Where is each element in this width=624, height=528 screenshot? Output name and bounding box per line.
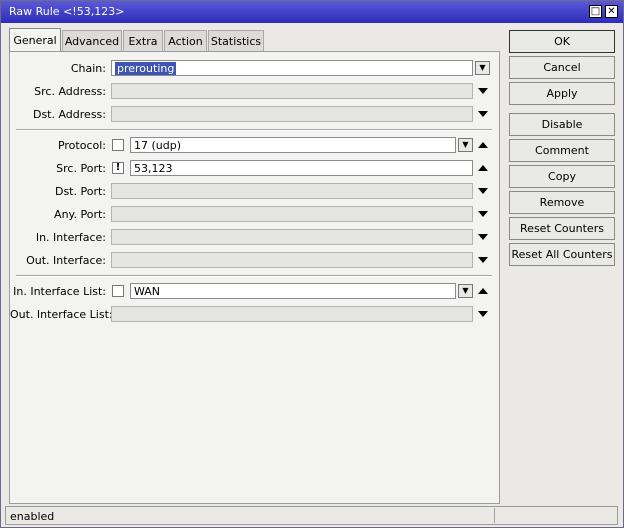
protocol-dropdown-icon[interactable]: ▼ <box>458 138 473 152</box>
any-port-expand-icon[interactable] <box>478 211 488 217</box>
cancel-button[interactable]: Cancel <box>509 56 615 79</box>
src-port-value: 53,123 <box>134 162 173 175</box>
any-port-field[interactable] <box>111 206 473 222</box>
in-interface-label: In. Interface: <box>35 231 106 244</box>
dst-address-expand-icon[interactable] <box>478 111 488 117</box>
out-interface-list-field[interactable] <box>111 306 473 322</box>
separator <box>16 275 492 277</box>
chain-field[interactable]: prerouting <box>111 60 473 76</box>
tab-extra[interactable]: Extra <box>123 30 163 51</box>
out-interface-list-label: Out. Interface List: <box>10 308 113 321</box>
raw-rule-window: Raw Rule <!53,123> □ ✕ General Advanced … <box>0 0 624 528</box>
in-interface-list-collapse-icon[interactable] <box>478 288 488 294</box>
dst-address-field[interactable] <box>111 106 473 122</box>
dst-port-label: Dst. Port: <box>54 185 106 198</box>
protocol-label: Protocol: <box>57 139 106 152</box>
dst-port-expand-icon[interactable] <box>478 188 488 194</box>
src-address-label: Src. Address: <box>34 85 106 98</box>
apply-button[interactable]: Apply <box>509 82 615 105</box>
in-interface-field[interactable] <box>111 229 473 245</box>
in-interface-expand-icon[interactable] <box>478 234 488 240</box>
general-panel: Chain: prerouting ▼ Src. Address: Dst. A… <box>9 51 500 504</box>
reset-all-counters-button[interactable]: Reset All Counters <box>509 243 615 266</box>
in-interface-list-dropdown-icon[interactable]: ▼ <box>458 284 473 298</box>
in-interface-list-label: In. Interface List: <box>13 285 106 298</box>
src-port-field[interactable]: 53,123 <box>130 160 473 176</box>
tab-general[interactable]: General <box>9 28 61 51</box>
ok-button[interactable]: OK <box>509 30 615 53</box>
separator <box>16 129 492 131</box>
src-address-field[interactable] <box>111 83 473 99</box>
chain-value: prerouting <box>115 62 177 75</box>
dst-port-field[interactable] <box>111 183 473 199</box>
close-icon[interactable]: ✕ <box>605 5 618 18</box>
out-interface-expand-icon[interactable] <box>478 257 488 263</box>
tab-action[interactable]: Action <box>164 30 207 51</box>
chain-dropdown-icon[interactable]: ▼ <box>475 61 490 75</box>
protocol-collapse-icon[interactable] <box>478 142 488 148</box>
remove-button[interactable]: Remove <box>509 191 615 214</box>
protocol-negate-checkbox[interactable] <box>112 139 124 151</box>
comment-button[interactable]: Comment <box>509 139 615 162</box>
in-interface-list-field[interactable]: WAN <box>130 283 456 299</box>
protocol-value: 17 (udp) <box>134 139 182 152</box>
status-divider <box>494 508 495 523</box>
src-port-collapse-icon[interactable] <box>478 165 488 171</box>
src-address-expand-icon[interactable] <box>478 88 488 94</box>
tab-statistics[interactable]: Statistics <box>208 30 264 51</box>
status-bar: enabled <box>5 506 618 525</box>
dst-address-label: Dst. Address: <box>32 108 106 121</box>
disable-button[interactable]: Disable <box>509 113 615 136</box>
chain-label: Chain: <box>70 62 106 75</box>
maximize-icon[interactable]: □ <box>589 5 602 18</box>
out-interface-label: Out. Interface: <box>26 254 106 267</box>
reset-counters-button[interactable]: Reset Counters <box>509 217 615 240</box>
window-title: Raw Rule <!53,123> <box>9 5 125 18</box>
protocol-field[interactable]: 17 (udp) <box>130 137 456 153</box>
tab-advanced[interactable]: Advanced <box>62 30 122 51</box>
out-interface-field[interactable] <box>111 252 473 268</box>
src-port-negate-checkbox[interactable]: ! <box>112 162 124 174</box>
status-text: enabled <box>10 510 55 523</box>
in-interface-list-value: WAN <box>134 285 161 298</box>
out-interface-list-expand-icon[interactable] <box>478 311 488 317</box>
copy-button[interactable]: Copy <box>509 165 615 188</box>
in-interface-list-negate-checkbox[interactable] <box>112 285 124 297</box>
title-bar[interactable]: Raw Rule <!53,123> □ ✕ <box>1 1 623 23</box>
any-port-label: Any. Port: <box>54 208 106 221</box>
src-port-label: Src. Port: <box>56 162 106 175</box>
